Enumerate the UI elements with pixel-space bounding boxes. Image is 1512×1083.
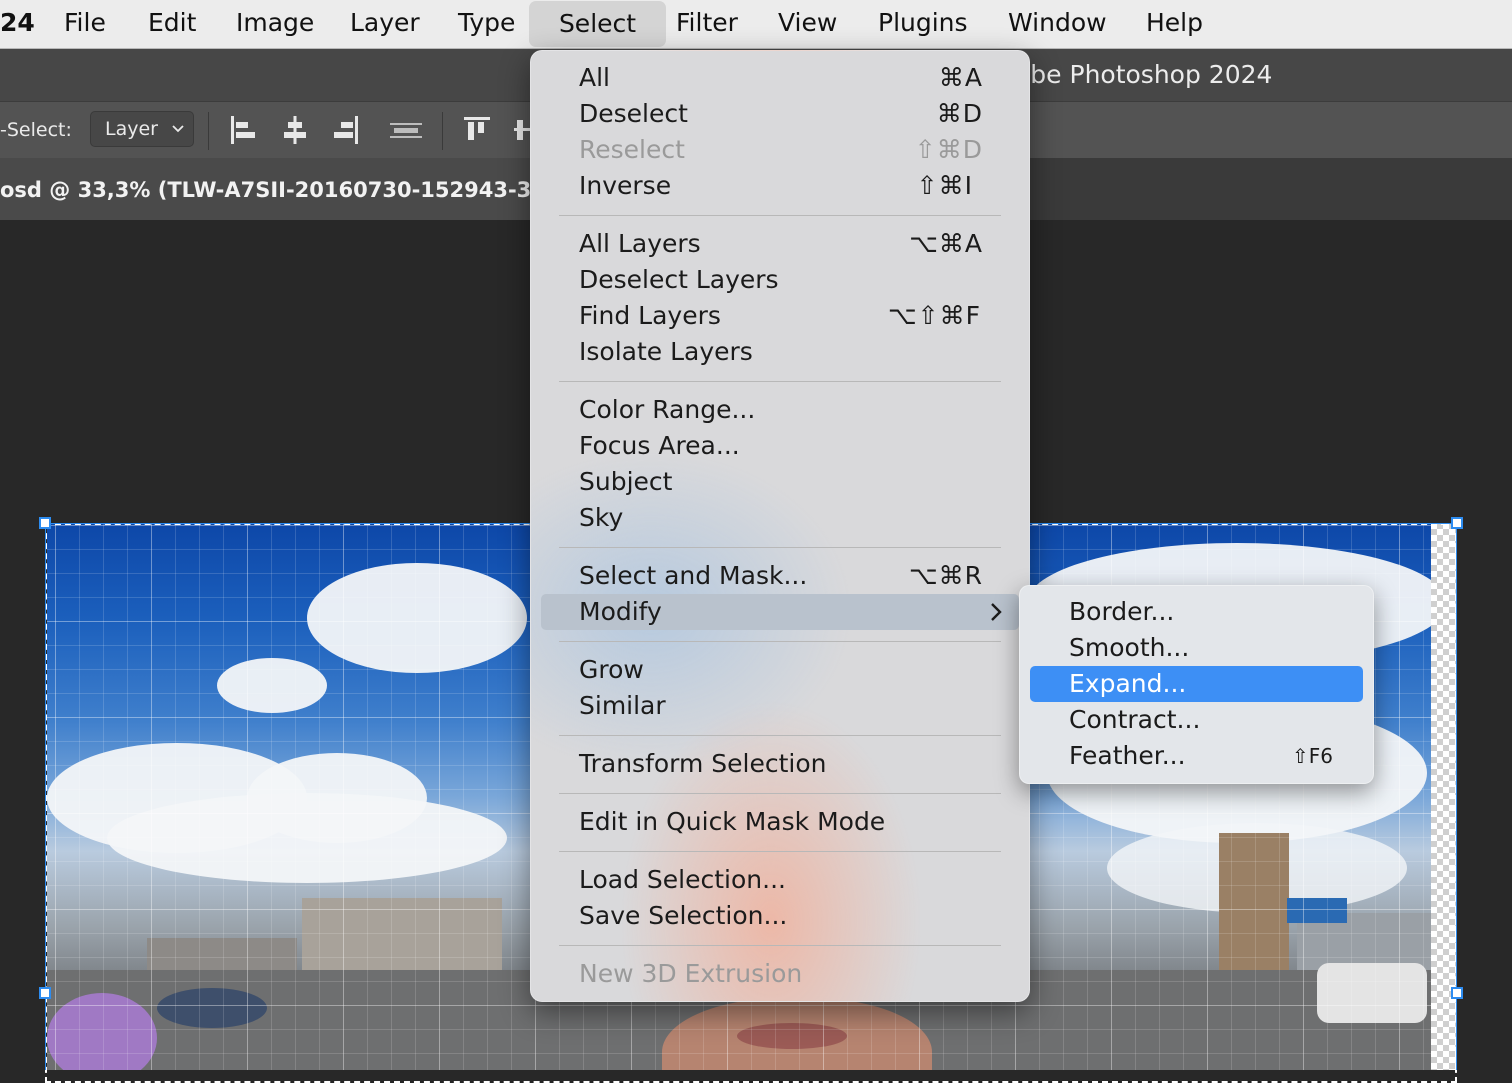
- menu-item-grow[interactable]: Grow: [531, 652, 1029, 688]
- menu-separator: [559, 793, 1001, 794]
- menu-item-deselect[interactable]: Deselect ⌘D: [531, 96, 1029, 132]
- chevron-right-icon: [991, 603, 1002, 621]
- submenu-item-border[interactable]: Border...: [1020, 594, 1373, 630]
- menu-item-quick-mask[interactable]: Edit in Quick Mask Mode: [531, 804, 1029, 840]
- menu-app-fragment[interactable]: 24: [0, 0, 35, 48]
- menu-separator: [559, 945, 1001, 946]
- transform-handle-top-left[interactable]: [39, 517, 51, 529]
- menu-item-save-selection[interactable]: Save Selection...: [531, 898, 1029, 934]
- menu-item-sky[interactable]: Sky: [531, 500, 1029, 536]
- align-top-edges-icon[interactable]: [462, 114, 492, 146]
- menu-item-new-3d-extrusion: New 3D Extrusion: [579, 959, 803, 988]
- menu-item-all[interactable]: All ⌘A: [531, 60, 1029, 96]
- menu-separator: [559, 641, 1001, 642]
- menu-separator: [559, 381, 1001, 382]
- menu-window[interactable]: Window: [1008, 0, 1107, 48]
- align-horizontal-centers-icon[interactable]: [281, 114, 309, 146]
- submenu-item-smooth[interactable]: Smooth...: [1020, 630, 1373, 666]
- menu-item-deselect-layers[interactable]: Deselect Layers: [531, 262, 1029, 298]
- menu-item-inverse[interactable]: Inverse ⇧⌘I: [531, 168, 1029, 204]
- align-right-edges-icon[interactable]: [332, 114, 360, 146]
- menu-item-reselect: Reselect ⇧⌘D: [579, 135, 983, 164]
- menu-type[interactable]: Type: [458, 0, 515, 48]
- submenu-item-feather[interactable]: Feather... ⇧F6: [1020, 738, 1373, 774]
- menu-item-similar[interactable]: Similar: [531, 688, 1029, 724]
- menu-item-transform-selection[interactable]: Transform Selection: [531, 746, 1029, 782]
- menu-item-modify[interactable]: Modify: [531, 594, 1029, 630]
- menu-item-color-range[interactable]: Color Range...: [531, 392, 1029, 428]
- chevron-down-icon: [172, 125, 184, 133]
- transform-handle-middle-right[interactable]: [1451, 987, 1463, 999]
- menu-filter[interactable]: Filter: [676, 0, 738, 48]
- transform-handle-middle-left[interactable]: [39, 987, 51, 999]
- auto-select-dropdown[interactable]: Layer: [90, 111, 194, 147]
- options-separator: [208, 112, 209, 150]
- menu-select[interactable]: Select: [529, 1, 666, 47]
- menu-item-find-layers[interactable]: Find Layers ⌥⇧⌘F: [531, 298, 1029, 334]
- menu-help[interactable]: Help: [1146, 0, 1203, 48]
- menu-layer[interactable]: Layer: [350, 0, 420, 48]
- distribute-horizontal-icon[interactable]: [388, 114, 424, 146]
- menu-item-load-selection[interactable]: Load Selection...: [531, 862, 1029, 898]
- auto-select-label: -Select:: [0, 119, 72, 141]
- align-left-edges-icon[interactable]: [229, 114, 257, 146]
- menu-edit[interactable]: Edit: [148, 0, 196, 48]
- select-menu: All ⌘A Deselect ⌘D Reselect ⇧⌘D Inverse …: [530, 50, 1030, 1002]
- menu-separator: [559, 735, 1001, 736]
- window-title: obe Photoshop 2024: [1015, 60, 1273, 89]
- menu-separator: [559, 851, 1001, 852]
- transform-handle-top-right[interactable]: [1451, 517, 1463, 529]
- menu-plugins[interactable]: Plugins: [878, 0, 968, 48]
- menu-separator: [559, 547, 1001, 548]
- submenu-item-contract[interactable]: Contract...: [1020, 702, 1373, 738]
- auto-select-value: Layer: [105, 118, 158, 140]
- document-tab-title: osd @ 33,3% (TLW-A7SII-20160730-152943-3…: [0, 178, 540, 202]
- menu-file[interactable]: File: [64, 0, 106, 48]
- document-tab[interactable]: osd @ 33,3% (TLW-A7SII-20160730-152943-3…: [0, 158, 560, 220]
- menu-view[interactable]: View: [778, 0, 837, 48]
- menu-item-select-and-mask[interactable]: Select and Mask... ⌥⌘R: [531, 558, 1029, 594]
- menu-bar: 24 File Edit Image Layer Type Select Fil…: [0, 0, 1512, 49]
- menu-separator: [559, 215, 1001, 216]
- options-separator: [442, 112, 443, 150]
- menu-item-focus-area[interactable]: Focus Area...: [531, 428, 1029, 464]
- menu-item-isolate-layers[interactable]: Isolate Layers: [531, 334, 1029, 370]
- menu-item-subject[interactable]: Subject: [531, 464, 1029, 500]
- menu-item-all-layers[interactable]: All Layers ⌥⌘A: [531, 226, 1029, 262]
- submenu-item-expand[interactable]: Expand...: [1020, 666, 1373, 702]
- menu-image[interactable]: Image: [236, 0, 314, 48]
- align-vertical-centers-icon[interactable]: [512, 114, 530, 146]
- modify-submenu: Border... Smooth... Expand... Contract..…: [1019, 585, 1374, 784]
